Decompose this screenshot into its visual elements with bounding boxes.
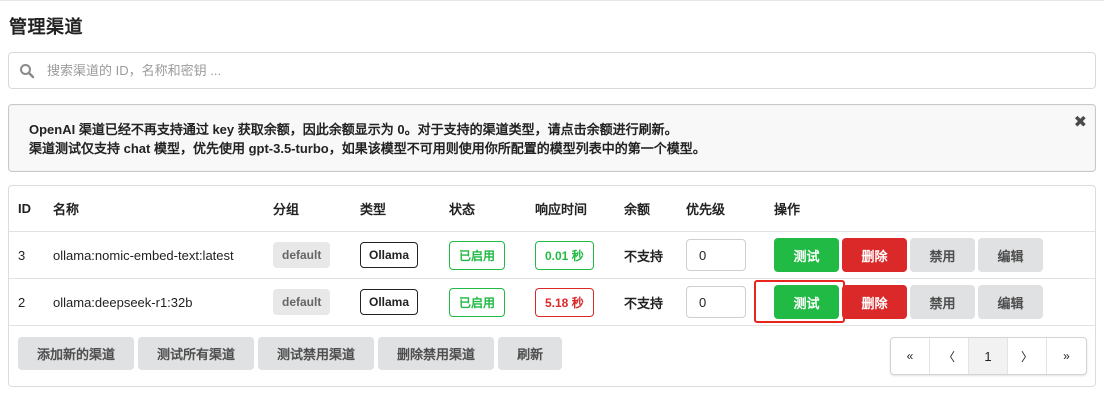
table-row: 3 ollama:nomic-embed-text:latest default… [9, 232, 1095, 279]
refresh-button[interactable]: 刷新 [498, 337, 563, 370]
edit-button[interactable]: 编辑 [978, 238, 1043, 272]
response-cell: 0.01 秒 [535, 232, 594, 278]
group-cell: default [273, 232, 331, 278]
type-label: Ollama [360, 242, 419, 268]
row-actions: 测试 删除 禁用 编辑 [774, 285, 1043, 319]
priority-input[interactable] [686, 286, 746, 318]
response-time-badge[interactable]: 0.01 秒 [535, 240, 594, 270]
info-notice: OpenAI 渠道已经不再支持通过 key 获取余额，因此余额显示为 0。对于支… [8, 104, 1096, 172]
actions-cell: 测试 删除 禁用 编辑 [774, 279, 1043, 325]
header-priority[interactable]: 优先级 [686, 186, 725, 231]
test-all-button[interactable]: 测试所有渠道 [138, 337, 255, 370]
disable-button[interactable]: 禁用 [910, 238, 975, 272]
header-type[interactable]: 类型 [360, 186, 386, 231]
delete-disabled-button[interactable]: 删除禁用渠道 [378, 337, 495, 370]
channels-table: ID 名称 分组 类型 状态 响应时间 余额 优先级 操作 3 ollama:n… [8, 185, 1096, 387]
search-box [8, 52, 1096, 89]
priority-cell [686, 279, 746, 325]
pagination: « 〈 1 〉 » [890, 337, 1087, 375]
balance-value[interactable]: 不支持 [624, 246, 663, 265]
next-page-button[interactable]: 〉 [1008, 338, 1047, 374]
status-badge: 已启用 [449, 240, 506, 270]
type-label: Ollama [360, 289, 419, 315]
balance-cell: 不支持 [624, 232, 663, 278]
test-button[interactable]: 测试 [774, 285, 839, 319]
close-icon[interactable]: ✖ [1074, 115, 1087, 131]
notice-line-test: 渠道测试仅支持 chat 模型，优先使用 gpt-3.5-turbo，如果该模型… [29, 141, 706, 156]
type-cell: Ollama [360, 279, 419, 325]
search-icon [20, 64, 35, 79]
priority-cell [686, 232, 746, 278]
header-id[interactable]: ID [18, 186, 31, 231]
response-time-badge[interactable]: 5.18 秒 [535, 287, 594, 317]
test-disabled-button[interactable]: 测试禁用渠道 [258, 337, 375, 370]
test-button[interactable]: 测试 [774, 238, 839, 272]
balance-value[interactable]: 不支持 [624, 293, 663, 312]
disable-button[interactable]: 禁用 [910, 285, 975, 319]
header-balance[interactable]: 余额 [624, 186, 650, 231]
channel-name: ollama:deepseek-r1:32b [53, 294, 193, 310]
status-cell: 已启用 [449, 279, 506, 325]
last-page-button[interactable]: » [1047, 338, 1086, 374]
edit-button[interactable]: 编辑 [978, 285, 1043, 319]
group-cell: default [273, 279, 331, 325]
header-actions: 操作 [774, 202, 801, 217]
footer-actions: 添加新的渠道 测试所有渠道 测试禁用渠道 删除禁用渠道 刷新 [18, 337, 563, 370]
page-number-button[interactable]: 1 [969, 338, 1008, 374]
table-header: ID 名称 分组 类型 状态 响应时间 余额 优先级 操作 [9, 186, 1095, 232]
header-name[interactable]: 名称 [53, 186, 79, 231]
type-cell: Ollama [360, 232, 419, 278]
table-footer: 添加新的渠道 测试所有渠道 测试禁用渠道 删除禁用渠道 刷新 « 〈 1 〉 » [9, 326, 1095, 386]
actions-cell: 测试 删除 禁用 编辑 [774, 232, 1043, 278]
channel-id: 2 [18, 294, 26, 310]
page-title: 管理渠道 [9, 17, 83, 37]
header-status[interactable]: 状态 [449, 186, 475, 231]
delete-button[interactable]: 删除 [842, 238, 907, 272]
prev-page-button[interactable]: 〈 [930, 338, 969, 374]
channel-management-page: 管理渠道 OpenAI 渠道已经不再支持通过 key 获取余额，因此余额显示为 … [0, 0, 1104, 397]
first-page-button[interactable]: « [891, 338, 930, 374]
notice-line-balance: OpenAI 渠道已经不再支持通过 key 获取余额，因此余额显示为 0。对于支… [29, 122, 678, 137]
group-label: default [273, 289, 331, 315]
header-group[interactable]: 分组 [273, 186, 299, 231]
priority-input[interactable] [686, 239, 746, 271]
table-row: 2 ollama:deepseek-r1:32b default Ollama … [9, 279, 1095, 326]
row-actions: 测试 删除 禁用 编辑 [774, 238, 1043, 272]
header-response-time[interactable]: 响应时间 [535, 186, 587, 231]
channel-id: 3 [18, 247, 26, 263]
add-channel-button[interactable]: 添加新的渠道 [18, 337, 135, 370]
balance-cell: 不支持 [624, 279, 663, 325]
response-cell: 5.18 秒 [535, 279, 594, 325]
status-badge: 已启用 [449, 287, 506, 317]
group-label: default [273, 242, 331, 268]
delete-button[interactable]: 删除 [842, 285, 907, 319]
channel-name: ollama:nomic-embed-text:latest [53, 247, 234, 263]
search-input[interactable] [45, 54, 1085, 87]
status-cell: 已启用 [449, 232, 506, 278]
